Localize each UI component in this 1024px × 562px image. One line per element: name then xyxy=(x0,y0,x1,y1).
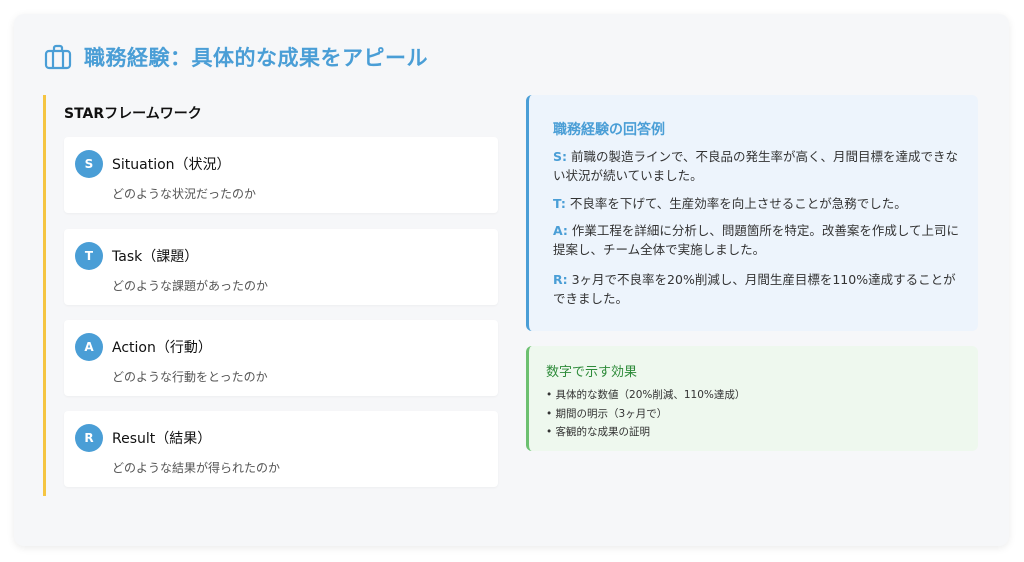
example-key: S: xyxy=(553,149,568,164)
star-heading: STARフレームワーク xyxy=(64,106,202,122)
briefcase-icon xyxy=(44,44,72,70)
example-line-a: A: 作業工程を詳細に分析し、問題箇所を特定。改善案を作成して上司に提案し、チー… xyxy=(553,221,965,259)
effect-list: • 具体的な数値（20%削減、110%達成） • 期間の明示（3ヶ月で） • 客… xyxy=(546,386,745,442)
effect-heading: 数字で示す効果 xyxy=(546,365,638,380)
star-item-task: T Task（課題） どのような課題があったのか xyxy=(64,229,498,305)
page-header: 職務経験：具体的な成果をアピール xyxy=(44,41,428,73)
list-item: • 期間の明示（3ヶ月で） xyxy=(546,407,668,420)
page-title: 職務経験：具体的な成果をアピール xyxy=(84,46,428,70)
example-key: R: xyxy=(553,272,568,287)
star-badge: R xyxy=(75,424,103,452)
example-line-r: R: 3ヶ月で不良率を20%削減し、月間生産目標を110%達成することができまし… xyxy=(553,270,965,308)
star-item-title: Situation（状況） xyxy=(112,157,231,173)
example-text: 前職の製造ラインで、不良品の発生率が高く、月間目標を達成できない状況が続いていま… xyxy=(553,149,958,183)
star-item-title: Action（行動） xyxy=(112,340,212,356)
star-item-desc: どのような結果が得られたのか xyxy=(112,461,281,475)
example-text: 作業工程を詳細に分析し、問題箇所を特定。改善案を作成して上司に提案し、チーム全体… xyxy=(553,223,960,257)
star-framework-panel: STARフレームワーク S Situation（状況） どのような状況だったのか… xyxy=(43,95,498,496)
answer-example-box: 職務経験の回答例 S: 前職の製造ラインで、不良品の発生率が高く、月間目標を達成… xyxy=(526,95,978,331)
star-item-desc: どのような状況だったのか xyxy=(112,187,257,201)
list-item: • 具体的な数値（20%削減、110%達成） xyxy=(546,389,746,401)
star-item-desc: どのような課題があったのか xyxy=(112,279,269,293)
example-line-t: T: 不良率を下げて、生産効率を向上させることが急務でした。 xyxy=(553,194,965,213)
star-item-situation: S Situation（状況） どのような状況だったのか xyxy=(64,137,498,213)
star-badge: T xyxy=(75,242,103,270)
list-item: • 客観的な成果の証明 xyxy=(546,426,651,438)
star-item-title: Task（課題） xyxy=(112,249,199,265)
star-item-desc: どのような行動をとったのか xyxy=(112,370,268,384)
example-text: 3ヶ月で不良率を20%削減し、月間生産目標を110%達成することができました。 xyxy=(553,272,956,306)
numeric-effect-box: 数字で示す効果 • 具体的な数値（20%削減、110%達成） • 期間の明示（3… xyxy=(526,346,978,451)
example-key: A: xyxy=(553,223,568,238)
example-heading: 職務経験の回答例 xyxy=(553,122,665,138)
star-badge: S xyxy=(75,150,103,178)
example-key: T: xyxy=(553,196,566,211)
example-line-s: S: 前職の製造ラインで、不良品の発生率が高く、月間目標を達成できない状況が続い… xyxy=(553,147,965,185)
star-item-title: Result（結果） xyxy=(112,431,212,447)
star-item-action: A Action（行動） どのような行動をとったのか xyxy=(64,320,498,396)
star-badge: A xyxy=(75,333,103,361)
example-text: 不良率を下げて、生産効率を向上させることが急務でした。 xyxy=(565,196,907,211)
star-item-result: R Result（結果） どのような結果が得られたのか xyxy=(64,411,498,487)
